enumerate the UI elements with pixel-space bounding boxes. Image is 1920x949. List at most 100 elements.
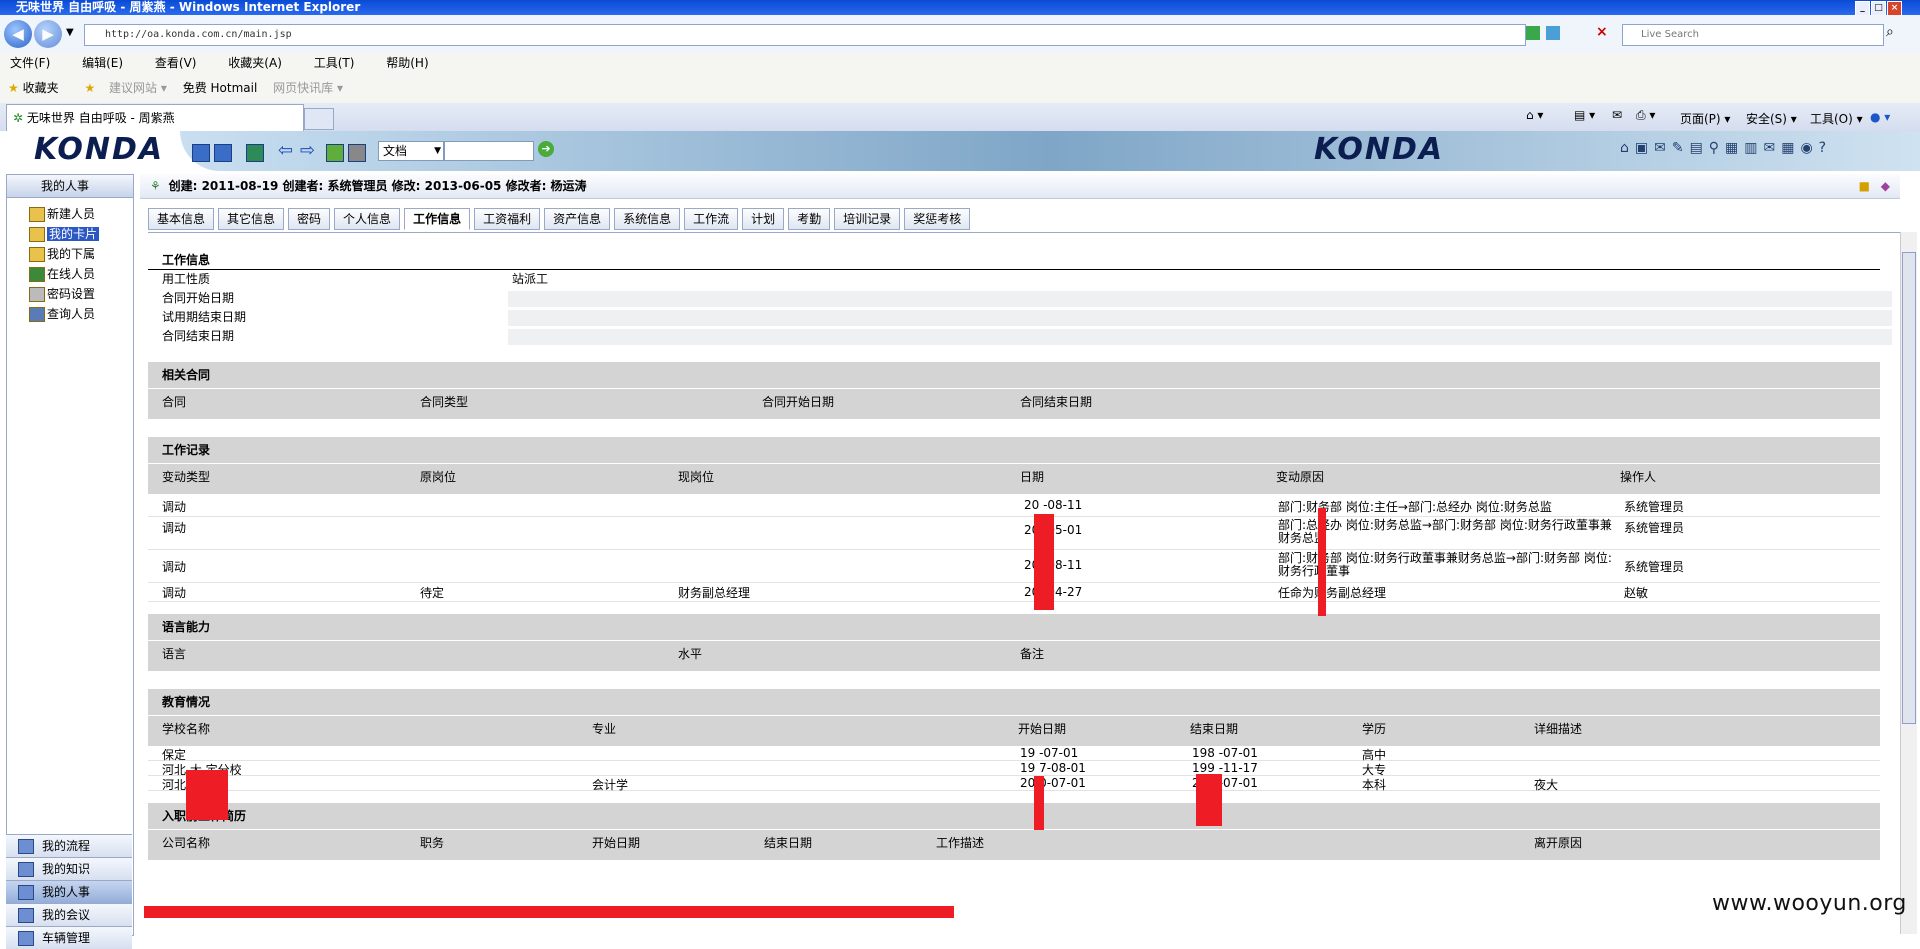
folder-open-icon[interactable]: ■ [1859, 174, 1870, 198]
col-header: 原岗位 [420, 470, 457, 484]
window-title: 无味世界 自由呼吸 - 周紫燕 - Windows Internet Explo… [16, 0, 361, 14]
tab-other[interactable]: 其它信息 [218, 208, 285, 230]
menu-favorites[interactable]: 收藏夹(A) [228, 56, 282, 70]
tab-password[interactable]: 密码 [288, 208, 331, 230]
menu-help[interactable]: 帮助(H) [386, 56, 428, 70]
refresh-page-icon[interactable] [326, 144, 344, 162]
sidebar: 我的人事 新建人员 我的卡片 我的下属 在线人员 密码设置 查询人员 [6, 174, 134, 936]
arrow-forward-icon[interactable]: ⇨ [300, 140, 315, 161]
module-workflow[interactable]: 我的流程 [6, 834, 132, 857]
add-favorite-icon[interactable]: ★ [84, 81, 95, 95]
cell-type: 调动 [162, 560, 187, 574]
tab-workflow[interactable]: 工作流 [684, 208, 739, 230]
cmd-tools[interactable]: 工具(O) ▾ [1810, 110, 1863, 127]
tab-plan[interactable]: 计划 [742, 208, 785, 230]
field-value [508, 310, 1892, 326]
doc-type-select[interactable]: 文档 ▼ [378, 141, 444, 161]
cell-reason: 部门:总经办 岗位:财务总监→部门:财务部 岗位:财务行政董事兼财务总监 [1278, 518, 1612, 545]
maximize-button[interactable]: □ [1871, 1, 1886, 16]
help-icon[interactable]: ● ▾ [1870, 110, 1890, 124]
compat-view-icon[interactable] [1526, 26, 1540, 40]
stop-icon[interactable]: × [1596, 24, 1608, 40]
hr-icon [18, 885, 34, 900]
module-hr[interactable]: 我的人事 [6, 880, 132, 903]
feeds-icon[interactable]: ▤ ▾ [1574, 108, 1595, 122]
sidebar-item-subordinates[interactable]: 我的下属 [7, 244, 133, 264]
tab-assets[interactable]: 资产信息 [544, 208, 611, 230]
tab-basic[interactable]: 基本信息 [148, 208, 215, 230]
sidebar-item-password[interactable]: 密码设置 [7, 284, 133, 304]
quick-search-input[interactable] [444, 141, 534, 161]
watermark: www.wooyun.org [1712, 891, 1907, 916]
print-icon[interactable]: ⎙ ▾ [1636, 108, 1655, 123]
module-meetings[interactable]: 我的会议 [6, 903, 132, 926]
tab-personal[interactable]: 个人信息 [334, 208, 401, 230]
search-person-icon [29, 307, 45, 322]
field-value [508, 291, 1892, 307]
cell-start: 19 -07-01 [1020, 746, 1079, 760]
minimize-button[interactable]: _ [1855, 1, 1870, 16]
work-records-header: 变动类型 原岗位 现岗位 日期 变动原因 操作人 [148, 463, 1880, 494]
menu-edit[interactable]: 编辑(E) [82, 56, 123, 70]
fav-link-webslice[interactable]: 网页快讯库 ▾ [273, 81, 343, 95]
favorites-button[interactable]: 收藏夹 [23, 81, 59, 95]
exit-icon[interactable] [246, 144, 264, 162]
col-header: 学历 [1362, 722, 1387, 736]
tab-work[interactable]: 工作信息 [404, 208, 471, 230]
tab-attendance[interactable]: 考勤 [788, 208, 831, 230]
record-info-bar: ⚘ 创建: 2011-08-19 创建者: 系统管理员 修改: 2013-06-… [140, 174, 1900, 199]
eraser-icon[interactable]: ◆ [1881, 174, 1890, 198]
forward-button[interactable]: ▶ [34, 20, 62, 48]
close-window-button[interactable]: × [1887, 1, 1902, 16]
arrow-back-icon[interactable]: ⇦ [278, 140, 293, 161]
field-value [508, 329, 1892, 345]
tab-system[interactable]: 系统信息 [614, 208, 681, 230]
module-vehicles[interactable]: 车辆管理 [6, 926, 132, 949]
module-knowledge[interactable]: 我的知识 [6, 857, 132, 880]
list-icon[interactable] [214, 144, 232, 162]
konda-logo-right: KONDA [1314, 132, 1445, 167]
tab-rewards[interactable]: 奖惩考核 [904, 208, 971, 230]
scrollbar-thumb[interactable] [1902, 252, 1916, 724]
sidebar-item-search-person[interactable]: 查询人员 [7, 304, 133, 324]
address-bar[interactable]: http://oa.konda.com.cn/main.jsp [84, 24, 1526, 46]
redaction-mark [1318, 508, 1326, 616]
address-url: http://oa.konda.com.cn/main.jsp [105, 29, 292, 40]
fav-link-suggested[interactable]: 建议网站 ▾ [109, 81, 167, 95]
menu-view[interactable]: 查看(V) [155, 56, 197, 70]
sidebar-header[interactable]: 我的人事 [7, 175, 133, 198]
browser-tab[interactable]: ✲ 无味世界 自由呼吸 - 周紫燕 [6, 104, 304, 131]
sidebar-item-online[interactable]: 在线人员 [7, 264, 133, 284]
back-button[interactable]: ◀ [4, 20, 32, 48]
search-icon[interactable]: ⌕ [1886, 24, 1894, 40]
sidebar-item-my-card[interactable]: 我的卡片 [7, 224, 133, 244]
meeting-icon [18, 908, 34, 923]
col-header: 日期 [1020, 470, 1045, 484]
new-tab-button[interactable] [304, 108, 334, 130]
redaction-mark [1034, 514, 1054, 610]
mail-icon[interactable]: ✉ [1612, 108, 1622, 122]
fav-link-hotmail[interactable]: 免费 Hotmail [183, 81, 258, 95]
record-meta: 创建: 2011-08-19 创建者: 系统管理员 修改: 2013-06-05… [168, 179, 587, 193]
menu-file[interactable]: 文件(F) [10, 56, 50, 70]
sidebar-item-new-person[interactable]: 新建人员 [7, 204, 133, 224]
app-toolbar-icons[interactable]: ⌂▣✉✎▤⚲▦▥✉▦◉? [1620, 140, 1832, 156]
history-dropdown[interactable]: ▼ [66, 27, 74, 38]
refresh-icon[interactable] [1546, 26, 1560, 40]
print-page-icon[interactable] [348, 144, 366, 162]
tab-training[interactable]: 培训记录 [834, 208, 901, 230]
home-icon[interactable]: ⌂ ▾ [1526, 108, 1543, 122]
cmd-page[interactable]: 页面(P) ▾ [1680, 110, 1730, 127]
layout-icon[interactable] [192, 144, 210, 162]
tab-salary[interactable]: 工资福利 [474, 208, 541, 230]
menu-tools[interactable]: 工具(T) [314, 56, 355, 70]
col-header: 合同类型 [420, 395, 469, 409]
cmd-safety[interactable]: 安全(S) ▾ [1746, 110, 1797, 127]
field-label: 用工性质 [162, 272, 211, 286]
search-input[interactable]: Live Search [1622, 24, 1884, 46]
cell-reason: 部门:财务部 岗位:财务行政董事兼财务总监→部门:财务部 岗位:财务行政董事 [1278, 551, 1612, 578]
table-row: 河北 大 定分校 19 7-08-01 199 -11-17 大专 [148, 761, 1880, 777]
contracts-header: 合同 合同类型 合同开始日期 合同结束日期 [148, 388, 1880, 419]
go-icon[interactable]: ➔ [538, 141, 554, 157]
col-header: 合同 [162, 395, 187, 409]
